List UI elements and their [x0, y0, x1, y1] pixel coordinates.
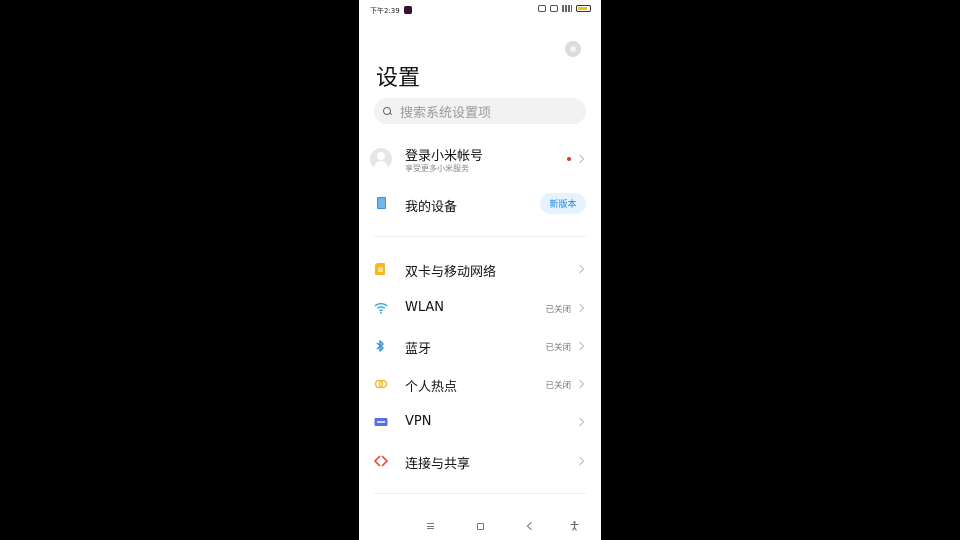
chevron-right-icon: [575, 303, 585, 313]
page-title: 设置: [376, 66, 421, 91]
back-icon[interactable]: [521, 512, 541, 540]
vpn-label: VPN: [405, 414, 432, 429]
menu-icon[interactable]: [420, 512, 440, 540]
connection-share-label: 连接与共享: [405, 457, 471, 472]
profile-icon[interactable]: [565, 41, 581, 57]
account-subtitle: 享受更多小米服务: [405, 164, 469, 173]
wifi-icon: [374, 303, 388, 314]
hotspot-label: 个人热点: [405, 380, 458, 395]
hotspot-icon: [374, 379, 388, 389]
device-icon: [377, 197, 386, 209]
chevron-right-icon: [575, 264, 585, 274]
bluetooth-status: 已关闭: [545, 343, 571, 353]
search-placeholder: 搜索系统设置项: [400, 105, 492, 121]
bluetooth-label: 蓝牙: [405, 342, 432, 357]
settings-item-connection-share[interactable]: 连接与共享: [359, 443, 601, 479]
search-bar[interactable]: 搜索系统设置项: [374, 98, 586, 124]
wlan-label: WLAN: [405, 300, 445, 315]
status-time: 下午2:39: [370, 7, 400, 15]
settings-item-vpn[interactable]: VPN: [359, 404, 601, 440]
avatar-icon: [370, 148, 392, 170]
notification-dot: [567, 157, 571, 161]
status-bar: 下午2:39: [359, 0, 601, 22]
settings-item-sim[interactable]: 双卡与移动网络: [359, 251, 601, 287]
my-device-label: 我的设备: [405, 200, 458, 215]
chevron-right-icon: [575, 154, 585, 164]
battery-icon: [576, 5, 591, 12]
chevron-right-icon: [575, 417, 585, 427]
home-icon[interactable]: [470, 512, 490, 540]
new-version-badge[interactable]: 新版本: [540, 193, 586, 214]
settings-item-hotspot[interactable]: 个人热点 已关闭: [359, 366, 601, 402]
settings-item-bluetooth[interactable]: 蓝牙 已关闭: [359, 328, 601, 364]
chevron-right-icon: [575, 456, 585, 466]
search-icon: [383, 106, 392, 116]
sim-label: 双卡与移动网络: [405, 265, 497, 280]
sim-card-icon: [375, 263, 385, 275]
notification-icon: [404, 6, 412, 14]
status-icons: [538, 5, 591, 12]
divider: [374, 493, 586, 494]
mute-icon: [538, 5, 546, 12]
vpn-icon: [374, 418, 388, 426]
phone-screen: 下午2:39 设置 搜索系统设置项 登录小米帐号 享受更多小米服务 我的设备 新…: [359, 0, 601, 540]
wlan-status: 已关闭: [545, 305, 571, 315]
bluetooth-icon: [376, 340, 384, 352]
signal-icon: [562, 5, 572, 12]
chevron-right-icon: [575, 379, 585, 389]
connection-share-icon: [374, 455, 388, 467]
settings-item-wlan[interactable]: WLAN 已关闭: [359, 290, 601, 326]
sim-icon: [550, 5, 558, 12]
chevron-right-icon: [575, 341, 585, 351]
divider: [374, 236, 586, 237]
navigation-bar: [359, 512, 601, 540]
hotspot-status: 已关闭: [545, 381, 571, 391]
account-title: 登录小米帐号: [405, 149, 484, 164]
accessibility-icon[interactable]: [564, 512, 584, 540]
account-row[interactable]: 登录小米帐号 享受更多小米服务: [359, 140, 601, 178]
